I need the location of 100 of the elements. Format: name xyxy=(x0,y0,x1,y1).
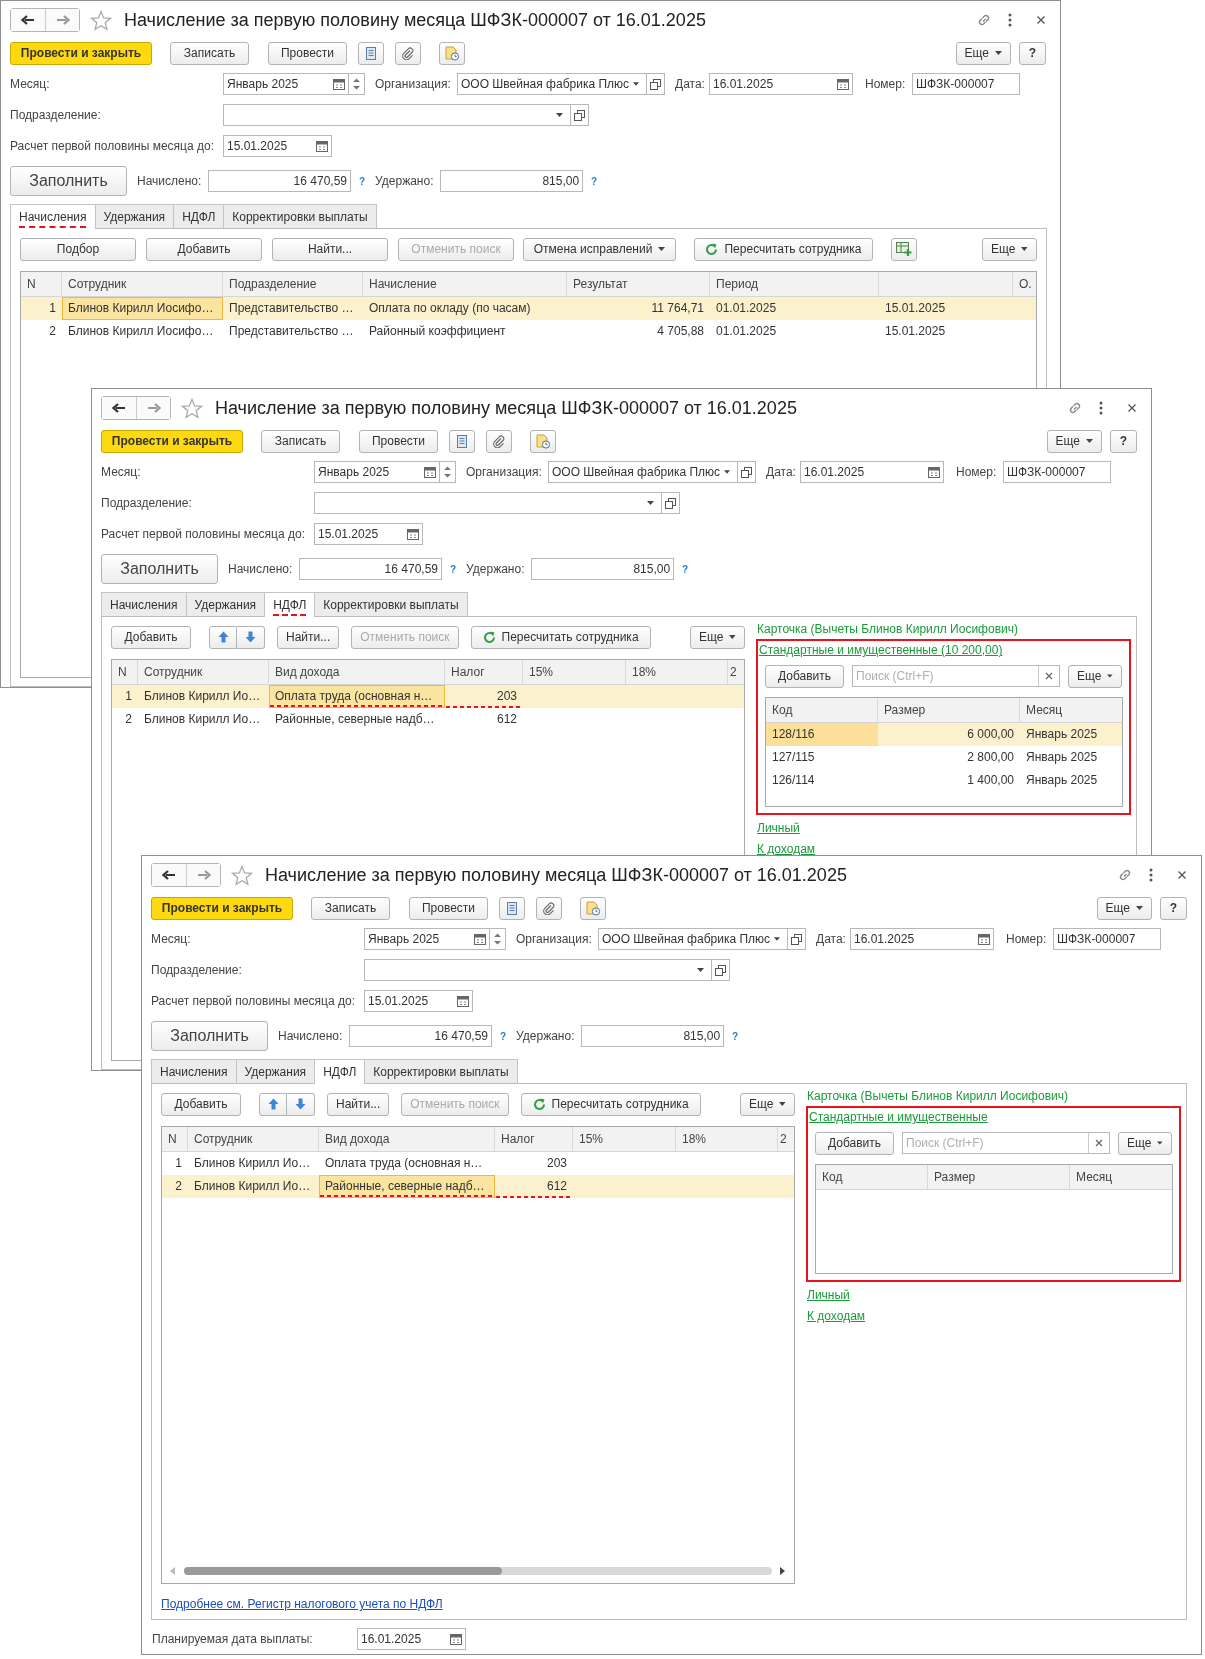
organization-field[interactable]: ООО Швейная фабрика Плюс xyxy=(548,461,738,483)
clear-icon[interactable] xyxy=(1045,672,1053,680)
open-button[interactable] xyxy=(738,461,756,483)
star-icon[interactable] xyxy=(231,864,253,886)
calendar-icon[interactable] xyxy=(450,1633,462,1645)
column-header[interactable]: N xyxy=(21,272,62,296)
column-header[interactable]: 18% xyxy=(676,1127,778,1151)
add-button[interactable]: Добавить xyxy=(765,664,844,688)
back-button[interactable] xyxy=(11,9,45,31)
calendar-icon[interactable] xyxy=(837,78,849,90)
open-button[interactable] xyxy=(788,928,806,950)
star-icon[interactable] xyxy=(181,397,203,419)
help-link[interactable]: ? xyxy=(500,1030,507,1042)
calendar-icon[interactable] xyxy=(457,995,469,1007)
column-header[interactable]: Период xyxy=(710,272,879,296)
open-button[interactable] xyxy=(712,959,730,981)
column-header[interactable]: Код xyxy=(816,1165,928,1189)
help-link[interactable]: ? xyxy=(359,175,366,187)
move-down-button[interactable] xyxy=(237,625,265,649)
more-button[interactable]: Еще xyxy=(1118,1131,1172,1155)
add-button[interactable]: Добавить xyxy=(815,1131,894,1155)
post-and-close-button[interactable]: Провести и закрыть xyxy=(10,41,152,65)
tab[interactable]: Корректировки выплаты xyxy=(314,592,468,616)
calendar-icon[interactable] xyxy=(978,933,990,945)
calendar-icon[interactable] xyxy=(424,466,436,478)
column-header[interactable]: 2 xyxy=(728,660,744,684)
close-icon[interactable] xyxy=(1036,15,1046,25)
number-field[interactable]: ШФЗК-000007 xyxy=(1003,461,1111,483)
more-button[interactable]: Еще xyxy=(1068,664,1122,688)
tab[interactable]: Начисления xyxy=(151,1059,237,1083)
link-icon[interactable] xyxy=(1117,867,1133,883)
search-field[interactable]: Поиск (Ctrl+F) xyxy=(902,1132,1110,1154)
attach-button[interactable] xyxy=(536,896,562,920)
table-row[interactable]: 2 Блинов Кирилл Иосифо… Представительство … Районный коэффициент 4 705,88 01.01.2025 15.01.2025 xyxy=(21,320,1036,343)
tab[interactable]: Корректировки выплаты xyxy=(223,204,377,228)
column-header[interactable]: О. xyxy=(1013,272,1036,296)
calendar-icon[interactable] xyxy=(407,528,419,540)
tab[interactable]: Начисления xyxy=(10,204,96,229)
more-button[interactable]: Еще xyxy=(740,1092,795,1116)
date-field[interactable]: 15.01.2025 xyxy=(314,523,423,545)
more-icon[interactable] xyxy=(1008,13,1012,27)
more-button[interactable]: Еще xyxy=(690,625,745,649)
help-link[interactable]: ? xyxy=(732,1030,739,1042)
caret-icon[interactable] xyxy=(556,113,563,117)
refresh-button[interactable]: Пересчитать сотрудника xyxy=(694,237,873,261)
withheld-field[interactable]: 815,00 xyxy=(440,170,584,192)
post-button[interactable]: Провести xyxy=(359,429,438,453)
refresh-button[interactable]: Пересчитать сотрудника xyxy=(470,625,651,649)
column-header[interactable]: Месяц xyxy=(1070,1165,1172,1189)
table-row[interactable]: 126/114 1 400,00 Январь 2025 xyxy=(766,769,1122,792)
refresh-button[interactable]: Пересчитать сотрудника xyxy=(520,1092,701,1116)
tab[interactable]: Удержания xyxy=(235,1059,316,1083)
fill-button[interactable]: Заполнить xyxy=(10,166,127,196)
more-icon[interactable] xyxy=(1149,868,1153,882)
move-down-button[interactable] xyxy=(287,1092,315,1116)
open-button[interactable] xyxy=(571,104,589,126)
help-button[interactable]: ? xyxy=(1019,41,1046,65)
organization-field[interactable]: ООО Швейная фабрика Плюс xyxy=(457,73,647,95)
fill-button[interactable]: Заполнить xyxy=(101,554,218,584)
tab[interactable]: НДФЛ xyxy=(314,1059,366,1084)
division-field[interactable] xyxy=(223,104,571,126)
date-field[interactable]: 16.01.2025 xyxy=(850,928,994,950)
move-up-button[interactable] xyxy=(259,1092,287,1116)
caret-icon[interactable] xyxy=(774,937,780,941)
tab[interactable]: Удержания xyxy=(94,204,175,228)
column-header[interactable]: Начисление xyxy=(363,272,567,296)
save-button[interactable]: Записать xyxy=(261,429,340,453)
column-header[interactable]: 18% xyxy=(626,660,728,684)
tab[interactable]: Корректировки выплаты xyxy=(364,1059,518,1083)
save-button[interactable]: Записать xyxy=(311,896,390,920)
number-field[interactable]: ШФЗК-000007 xyxy=(912,73,1020,95)
tab[interactable]: НДФЛ xyxy=(173,204,225,228)
open-button[interactable] xyxy=(662,492,680,514)
close-icon[interactable] xyxy=(1127,403,1137,413)
open-button[interactable] xyxy=(647,73,665,95)
help-link[interactable]: ? xyxy=(591,175,598,187)
date-field[interactable]: 16.01.2025 xyxy=(800,461,944,483)
month-field[interactable]: Январь 2025 xyxy=(314,461,440,483)
accrued-field[interactable]: 16 470,59 xyxy=(349,1025,492,1047)
calendar-icon[interactable] xyxy=(316,140,328,152)
column-header[interactable]: Вид дохода xyxy=(319,1127,495,1151)
more-button[interactable]: Еще xyxy=(1046,429,1102,453)
column-header[interactable]: 15% xyxy=(573,1127,676,1151)
toolbar-button[interactable]: Подбор xyxy=(20,237,136,261)
attach-button[interactable] xyxy=(486,429,512,453)
close-icon[interactable] xyxy=(1177,870,1187,880)
table-row[interactable]: 2 Блинов Кирилл Ио… Районные, северные надб… 612 xyxy=(112,708,744,731)
month-field[interactable]: Январь 2025 xyxy=(364,928,490,950)
more-button[interactable]: Еще xyxy=(955,41,1011,65)
back-button[interactable] xyxy=(152,864,186,886)
table-row[interactable]: 1 Блинов Кирилл Ио… Оплата труда (основная н… 203 xyxy=(112,685,744,708)
caret-icon[interactable] xyxy=(697,968,704,972)
table-row[interactable]: 1 Блинов Кирилл Иосифо… Представительство … Оплата по окладу (по часам) 11 764,71 01.01.2025 15.01.2025 xyxy=(21,297,1036,320)
column-header[interactable]: Налог xyxy=(495,1127,573,1151)
save-button[interactable]: Записать xyxy=(170,41,249,65)
accrued-field[interactable]: 16 470,59 xyxy=(208,170,351,192)
withheld-field[interactable]: 815,00 xyxy=(531,558,675,580)
number-field[interactable]: ШФЗК-000007 xyxy=(1053,928,1161,950)
history-button[interactable] xyxy=(530,429,556,453)
link-icon[interactable] xyxy=(1067,400,1083,416)
